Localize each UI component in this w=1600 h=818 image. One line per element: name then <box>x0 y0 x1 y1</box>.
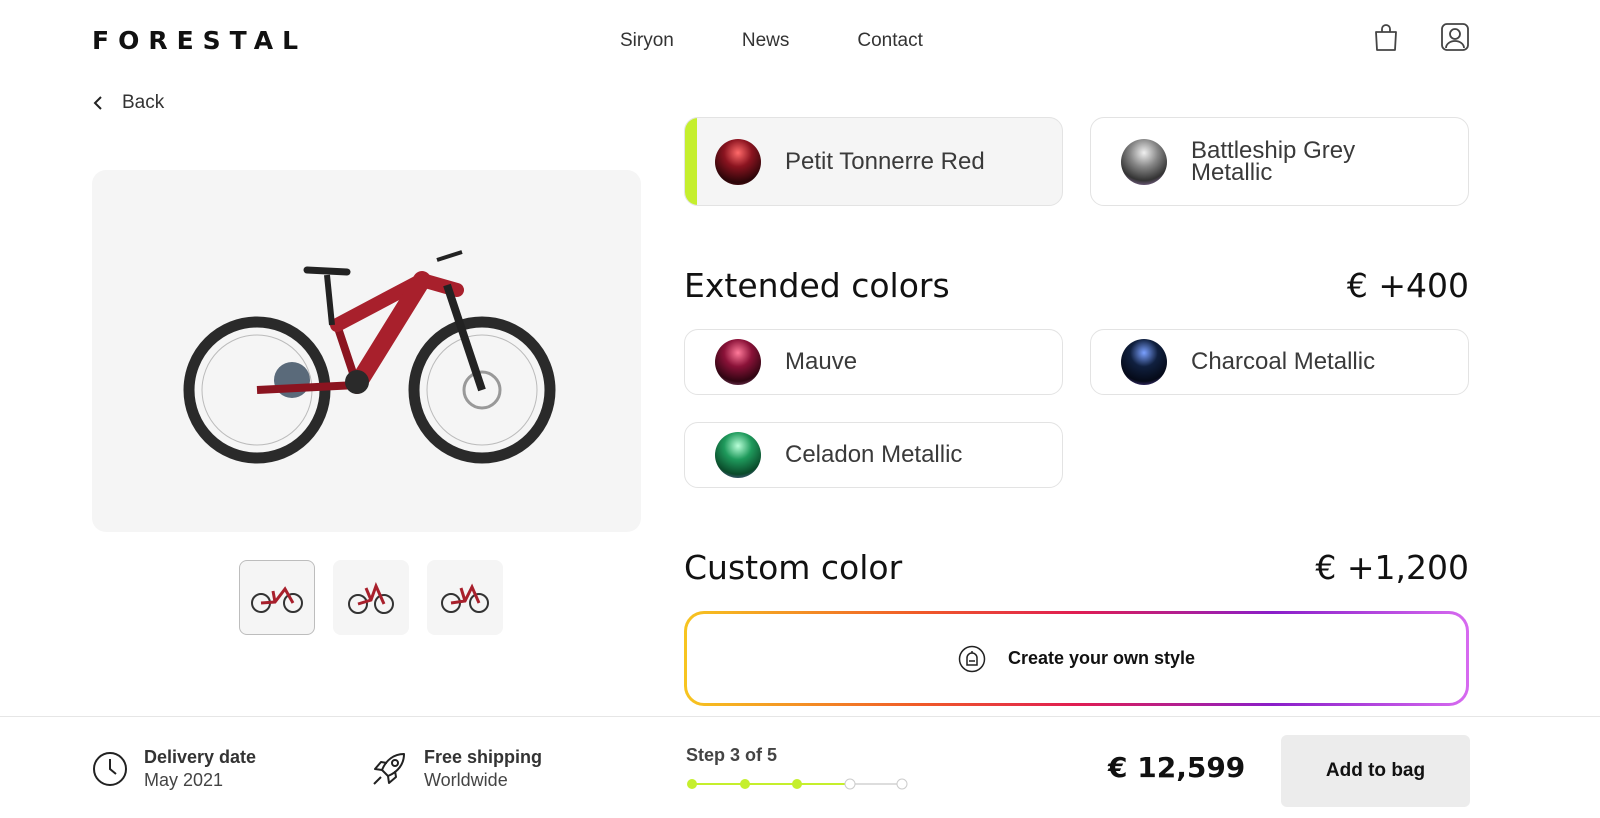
step-indicator-label: Step 3 of 5 <box>686 745 778 765</box>
nav-link-contact[interactable]: Contact <box>857 30 922 52</box>
bike-thumbnail-icon <box>348 581 394 614</box>
color-option-label: Petit Tonnerre Red <box>785 147 985 175</box>
step-dot-1 <box>687 779 697 789</box>
brand-logo[interactable]: FORESTAL <box>92 26 307 55</box>
step-dot-3 <box>792 779 802 789</box>
step-dot-4 <box>844 778 856 790</box>
bike-thumbnail-icon <box>251 585 303 613</box>
product-image <box>92 170 641 532</box>
nav-link-news[interactable]: News <box>742 30 790 52</box>
site-header: FORESTAL Siryon News Contact <box>0 0 1600 80</box>
chevron-left-icon <box>93 96 102 110</box>
swatch-grey-icon <box>1121 138 1167 185</box>
user-account-icon[interactable] <box>1440 22 1470 52</box>
delivery-value: May 2021 <box>144 770 224 790</box>
create-your-own-style-label: Create your own style <box>1007 648 1196 668</box>
color-option-label: Mauve <box>785 348 858 375</box>
shopping-bag-icon[interactable] <box>1371 22 1401 52</box>
main-nav: Siryon News Contact <box>620 30 923 52</box>
total-price: € 12,599 <box>1108 751 1246 784</box>
color-option-label: Celadon Metallic <box>785 441 963 468</box>
thumbnail-3[interactable] <box>427 560 503 635</box>
step-dot-5 <box>896 778 908 790</box>
color-option-celadon-metallic[interactable]: Celadon Metallic <box>684 422 1063 488</box>
back-link[interactable]: Back <box>92 92 164 114</box>
bike-illustration <box>183 250 556 464</box>
swatch-celadon-icon <box>715 432 761 478</box>
create-your-own-style-button[interactable]: Create your own style <box>684 611 1469 706</box>
rocket-icon <box>373 753 405 785</box>
nav-link-siryon[interactable]: Siryon <box>620 30 674 52</box>
color-option-battleship-grey[interactable]: Battleship Grey Metallic <box>1090 117 1469 206</box>
clock-icon <box>93 752 127 786</box>
color-option-label: Battleship Grey Metallic <box>1191 136 1356 186</box>
delivery-title: Delivery date <box>144 747 257 767</box>
custom-color-title: Custom color <box>684 548 903 587</box>
back-label: Back <box>122 92 165 113</box>
delivery-info: Delivery date May 2021 <box>92 747 256 791</box>
selected-accent-bar <box>685 118 697 205</box>
swatch-mauve-icon <box>715 339 761 385</box>
color-option-charcoal-metallic[interactable]: Charcoal Metallic <box>1090 329 1469 395</box>
step-dot-2 <box>740 779 750 789</box>
extended-colors-price: € +400 <box>1346 266 1469 305</box>
thumbnail-1[interactable] <box>239 560 315 635</box>
extended-colors-title: Extended colors <box>684 266 950 305</box>
add-to-bag-button[interactable]: Add to bag <box>1281 735 1470 807</box>
paint-brush-icon <box>958 645 986 672</box>
swatch-charcoal-icon <box>1121 339 1167 385</box>
shipping-info: Free shipping Worldwide <box>370 747 542 791</box>
color-option-label: Charcoal Metallic <box>1191 348 1376 375</box>
step-progress <box>687 778 908 790</box>
swatch-red-icon <box>715 138 761 185</box>
thumbnail-strip <box>239 560 503 635</box>
color-option-petit-tonnerre-red[interactable]: Petit Tonnerre Red <box>684 117 1063 206</box>
color-option-mauve[interactable]: Mauve <box>684 329 1063 395</box>
shipping-title: Free shipping <box>424 747 543 767</box>
thumbnail-2[interactable] <box>333 560 409 635</box>
shipping-value: Worldwide <box>424 770 508 790</box>
custom-color-price: € +1,200 <box>1315 548 1469 587</box>
bike-thumbnail-icon <box>441 582 489 613</box>
purchase-bar: Delivery date May 2021 Free shipping Wor… <box>0 716 1600 818</box>
